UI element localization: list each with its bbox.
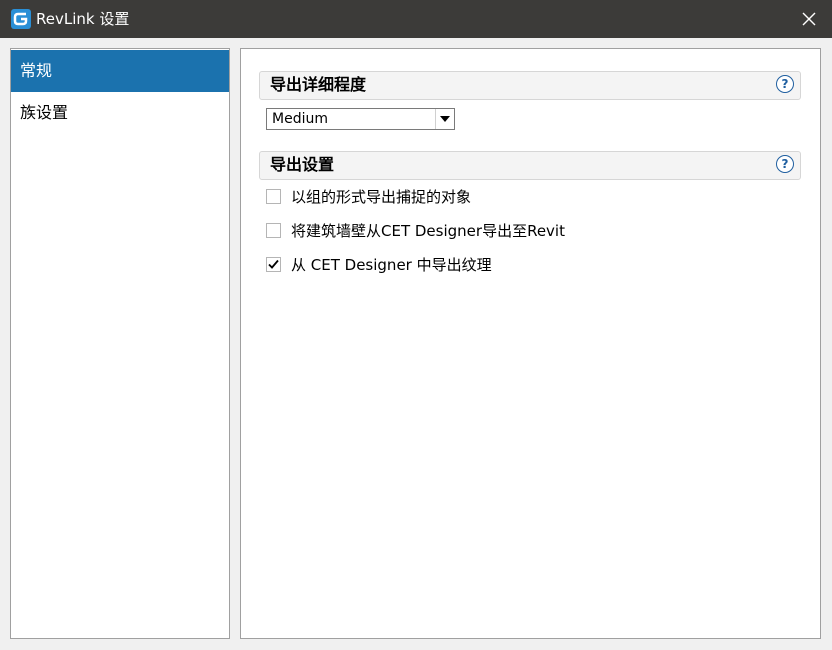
- checkbox-label: 从 CET Designer 中导出纹理: [291, 256, 492, 274]
- select-value: Medium: [272, 111, 328, 127]
- sidebar-item-general[interactable]: 常规: [11, 50, 229, 92]
- help-icon[interactable]: ?: [776, 155, 794, 173]
- sidebar: 常规 族设置: [10, 48, 230, 639]
- checkbox[interactable]: [266, 257, 281, 272]
- sidebar-item-label: 族设置: [20, 103, 69, 122]
- detail-level-select[interactable]: Medium: [266, 108, 455, 130]
- help-icon[interactable]: ?: [776, 75, 794, 93]
- checkbox[interactable]: [266, 223, 281, 238]
- section-title: 导出详细程度: [270, 75, 367, 94]
- sidebar-item-family-settings[interactable]: 族设置: [11, 92, 229, 134]
- check-icon: [268, 259, 279, 269]
- checkbox[interactable]: [266, 189, 281, 204]
- window-title: RevLink 设置: [36, 10, 130, 28]
- detail-level-section-header: 导出详细程度 ?: [259, 71, 801, 100]
- title-bar: RevLink 设置: [0, 0, 832, 38]
- close-icon: [802, 12, 816, 26]
- settings-panel: 导出详细程度 ? Medium 导出设置 ? 以组的形式导出捕捉的对象 将建筑墙…: [240, 48, 821, 639]
- dropdown-arrow-icon[interactable]: [435, 109, 454, 129]
- sidebar-item-label: 常规: [20, 61, 53, 80]
- section-title: 导出设置: [270, 155, 335, 174]
- close-button[interactable]: [786, 0, 832, 38]
- app-logo-icon: [11, 9, 31, 29]
- export-settings-section-header: 导出设置 ?: [259, 151, 801, 180]
- checkbox-label: 将建筑墙壁从CET Designer导出至Revit: [291, 222, 565, 240]
- checkbox-label: 以组的形式导出捕捉的对象: [291, 188, 472, 206]
